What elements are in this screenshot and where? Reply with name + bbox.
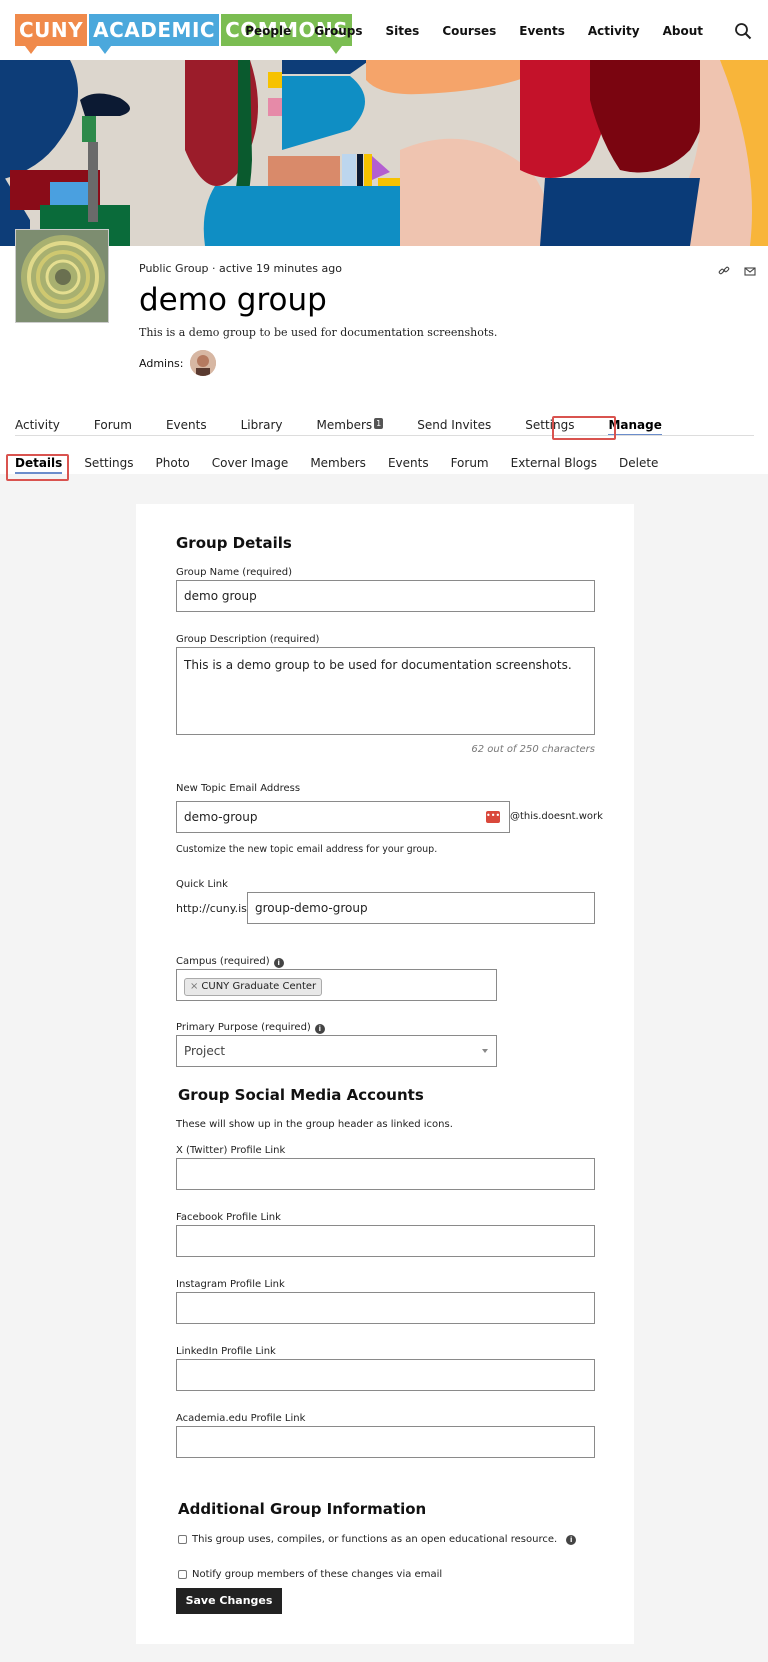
twitter-input[interactable]	[176, 1158, 595, 1190]
tab-library[interactable]: Library	[241, 418, 283, 432]
purpose-label: Primary Purpose (required) i	[176, 1022, 325, 1034]
group-details-heading: Group Details	[176, 534, 292, 552]
social-media-heading: Group Social Media Accounts	[178, 1086, 424, 1104]
nav-about[interactable]: About	[663, 24, 703, 38]
topic-email-suffix: @this.doesnt.work	[510, 811, 603, 822]
academia-input[interactable]	[176, 1426, 595, 1458]
notify-checkbox[interactable]	[178, 1570, 187, 1579]
admin-avatar[interactable]	[189, 350, 216, 376]
site-header: CUNY ACADEMIC COMMONS People Groups Site…	[0, 0, 768, 60]
campus-chip[interactable]: × CUNY Graduate Center	[184, 978, 323, 996]
group-name-input[interactable]: demo group	[176, 580, 595, 612]
notify-option: Notify group members of these changes vi…	[178, 1569, 442, 1580]
additional-info-heading: Additional Group Information	[178, 1500, 427, 1518]
instagram-label: Instagram Profile Link	[176, 1279, 285, 1290]
facebook-input[interactable]	[176, 1225, 595, 1257]
oer-label: This group uses, compiles, or functions …	[192, 1534, 558, 1545]
tab-members-label: Members	[316, 418, 373, 432]
group-avatar	[15, 229, 109, 323]
nav-activity[interactable]: Activity	[588, 24, 640, 38]
campus-select[interactable]: × CUNY Graduate Center	[176, 969, 497, 1001]
cover-image	[0, 60, 768, 246]
campus-info-icon[interactable]: i	[273, 958, 284, 968]
social-media-note: These will show up in the group header a…	[176, 1119, 453, 1130]
group-description: This is a demo group to be used for docu…	[139, 326, 498, 339]
manage-subtabs: Details Settings Photo Cover Image Membe…	[15, 456, 680, 474]
purpose-label-text: Primary Purpose (required)	[176, 1022, 311, 1033]
tab-manage[interactable]: Manage	[608, 418, 663, 436]
description-char-count: 62 out of 250 characters	[471, 744, 595, 755]
linkedin-input[interactable]	[176, 1359, 595, 1391]
tab-activity[interactable]: Activity	[15, 418, 60, 432]
tab-send-invites[interactable]: Send Invites	[417, 418, 491, 432]
oer-checkbox[interactable]	[178, 1535, 187, 1544]
topic-email-input[interactable]: demo-group •••	[176, 801, 510, 833]
group-meta: Public Group · active 19 minutes ago	[139, 262, 342, 275]
subtab-forum[interactable]: Forum	[451, 456, 489, 470]
nav-groups[interactable]: Groups	[314, 24, 362, 38]
oer-info-icon[interactable]: i	[566, 1534, 577, 1545]
group-title: demo group	[139, 282, 327, 318]
link-icon[interactable]	[718, 262, 730, 275]
nav-people[interactable]: People	[245, 24, 291, 38]
group-name-label: Group Name (required)	[176, 567, 293, 578]
tabs-divider	[15, 435, 754, 436]
subtab-members[interactable]: Members	[310, 456, 366, 470]
topic-email-value: demo-group	[184, 810, 258, 824]
purpose-select[interactable]: Project	[176, 1035, 497, 1067]
group-description-textarea[interactable]: This is a demo group to be used for docu…	[176, 647, 595, 735]
tab-events[interactable]: Events	[166, 418, 207, 432]
nav-events[interactable]: Events	[519, 24, 565, 38]
members-count-badge: 1	[374, 418, 384, 429]
instagram-input[interactable]	[176, 1292, 595, 1324]
linkedin-label: LinkedIn Profile Link	[176, 1346, 276, 1357]
campus-chip-label: CUNY Graduate Center	[201, 981, 317, 992]
tab-members[interactable]: Members 1	[317, 418, 384, 432]
quick-link-input[interactable]: group-demo-group	[247, 892, 595, 924]
purpose-value: Project	[184, 1044, 226, 1058]
purpose-info-icon[interactable]: i	[314, 1024, 325, 1034]
group-admins: Admins:	[139, 350, 216, 376]
remove-chip-icon[interactable]: ×	[190, 981, 198, 992]
subtab-events[interactable]: Events	[388, 456, 429, 470]
group-description-label: Group Description (required)	[176, 634, 320, 645]
chevron-down-icon	[482, 1049, 488, 1053]
topic-email-note: Customize the new topic email address fo…	[176, 844, 438, 855]
email-icon[interactable]	[744, 262, 756, 276]
quick-link-prefix: http://cuny.is/	[176, 902, 251, 915]
tab-forum[interactable]: Forum	[94, 418, 132, 432]
campus-label: Campus (required) i	[176, 956, 284, 968]
subtab-external-blogs[interactable]: External Blogs	[511, 456, 597, 470]
subtab-cover-image[interactable]: Cover Image	[212, 456, 289, 470]
logo-cuny: CUNY	[15, 14, 88, 54]
save-changes-button[interactable]: Save Changes	[176, 1588, 282, 1614]
subtab-settings[interactable]: Settings	[84, 456, 133, 470]
details-subtab-highlight	[6, 454, 69, 481]
manage-tab-highlight	[552, 416, 616, 440]
password-manager-icon[interactable]: •••	[486, 811, 500, 823]
notify-label: Notify group members of these changes vi…	[192, 1569, 443, 1580]
nav-courses[interactable]: Courses	[442, 24, 496, 38]
main-nav: People Groups Sites Courses Events Activ…	[245, 24, 703, 38]
campus-label-text: Campus (required)	[176, 956, 270, 967]
search-icon[interactable]	[734, 22, 752, 40]
subtab-delete[interactable]: Delete	[619, 456, 658, 470]
admins-label: Admins:	[139, 356, 184, 370]
facebook-label: Facebook Profile Link	[176, 1212, 281, 1223]
oer-option: This group uses, compiles, or functions …	[178, 1534, 577, 1545]
logo-academic: ACADEMIC	[89, 14, 220, 54]
quick-link-label: Quick Link	[176, 879, 228, 890]
topic-email-label: New Topic Email Address	[176, 783, 301, 794]
twitter-label: X (Twitter) Profile Link	[176, 1145, 286, 1156]
group-details-form: Group Details Group Name (required) demo…	[136, 504, 634, 1644]
academia-label: Academia.edu Profile Link	[176, 1413, 306, 1424]
nav-sites[interactable]: Sites	[386, 24, 420, 38]
subtab-photo[interactable]: Photo	[156, 456, 190, 470]
group-header: Public Group · active 19 minutes ago dem…	[0, 229, 768, 481]
group-header-actions	[718, 262, 756, 276]
